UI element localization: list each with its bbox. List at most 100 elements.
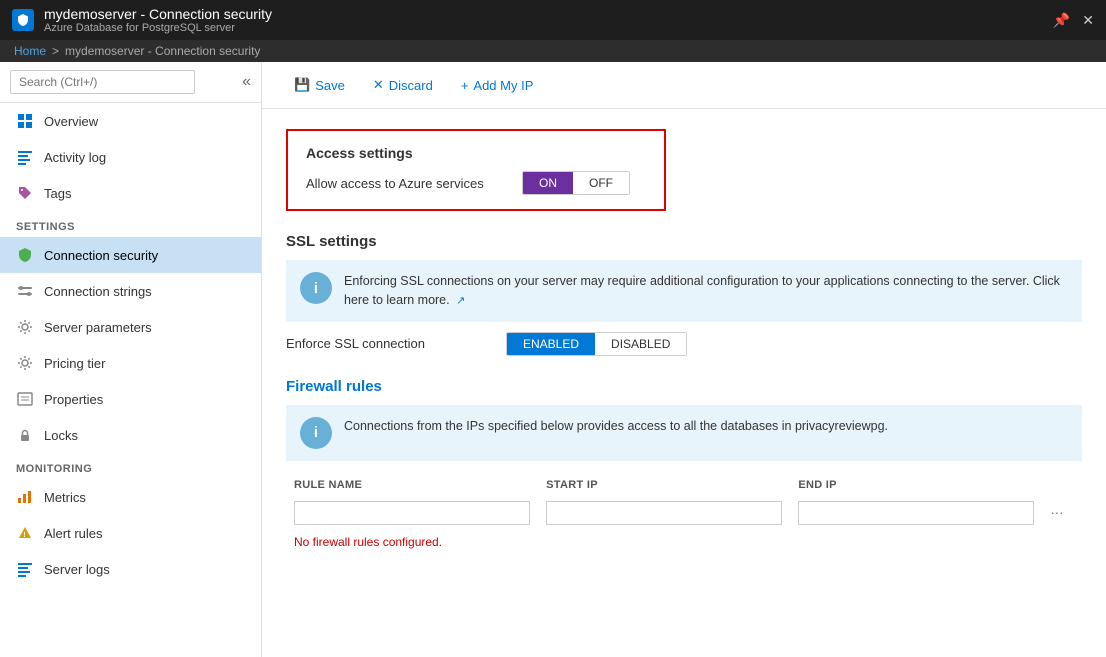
title-bar: mydemoserver - Connection security Azure…	[0, 0, 1106, 40]
no-rules-message: No firewall rules configured.	[286, 529, 1082, 555]
sidebar-item-server-parameters[interactable]: Server parameters	[0, 309, 261, 345]
connection-strings-icon	[16, 282, 34, 300]
sidebar-item-alert-rules-label: Alert rules	[44, 526, 103, 541]
ssl-enforce-row: Enforce SSL connection ENABLED DISABLED	[286, 332, 1082, 356]
save-icon: 💾	[294, 77, 310, 93]
monitoring-section-label: MONITORING	[0, 453, 261, 479]
save-label: Save	[315, 78, 345, 93]
ssl-toggle-switch[interactable]: ENABLED DISABLED	[506, 332, 687, 356]
sidebar-item-locks-label: Locks	[44, 428, 78, 443]
firewall-rules-title: Firewall rules	[286, 378, 1082, 395]
firewall-info-icon: i	[300, 417, 332, 449]
col-actions	[1042, 475, 1082, 497]
access-toggle-switch[interactable]: ON OFF	[522, 171, 630, 195]
toggle-on-option[interactable]: ON	[523, 172, 573, 194]
start-ip-input[interactable]	[546, 501, 782, 525]
sidebar-item-activity-log-label: Activity log	[44, 150, 106, 165]
ssl-settings-title: SSL settings	[286, 233, 1082, 250]
sidebar: « Overview Activity log Tags SETTINGS	[0, 62, 262, 657]
rule-name-cell	[286, 497, 538, 529]
sidebar-item-server-logs[interactable]: Server logs	[0, 551, 261, 587]
properties-icon	[16, 390, 34, 408]
locks-icon	[16, 426, 34, 444]
sidebar-item-metrics-label: Metrics	[44, 490, 86, 505]
toolbar: 💾 Save ✕ Discard + Add My IP	[262, 62, 1106, 109]
connection-security-icon	[16, 246, 34, 264]
ssl-info-icon: i	[300, 272, 332, 304]
sidebar-item-connection-strings[interactable]: Connection strings	[0, 273, 261, 309]
pricing-tier-icon	[16, 354, 34, 372]
sidebar-item-connection-security-label: Connection security	[44, 248, 158, 263]
discard-icon: ✕	[373, 77, 384, 93]
tags-icon	[16, 184, 34, 202]
breadcrumb: Home > mydemoserver - Connection securit…	[0, 40, 1106, 62]
breadcrumb-current: mydemoserver - Connection security	[65, 44, 260, 58]
sidebar-item-activity-log[interactable]: Activity log	[0, 139, 261, 175]
sidebar-item-server-logs-label: Server logs	[44, 562, 110, 577]
start-ip-cell	[538, 497, 790, 529]
collapse-icon[interactable]: «	[242, 73, 251, 91]
row-more-actions[interactable]: ···	[1050, 505, 1063, 520]
title-bar-controls: 📌 ✕	[1053, 12, 1094, 29]
sidebar-item-alert-rules[interactable]: ! Alert rules	[0, 515, 261, 551]
sidebar-item-overview-label: Overview	[44, 114, 98, 129]
toggle-off-option[interactable]: OFF	[573, 172, 629, 194]
allow-azure-label: Allow access to Azure services	[306, 176, 506, 191]
end-ip-cell	[790, 497, 1042, 529]
ssl-info-box: i Enforcing SSL connections on your serv…	[286, 260, 1082, 322]
ssl-info-text: Enforcing SSL connections on your server…	[344, 272, 1068, 310]
end-ip-input[interactable]	[798, 501, 1034, 525]
add-my-ip-label: Add My IP	[473, 78, 533, 93]
sidebar-item-pricing-tier-label: Pricing tier	[44, 356, 105, 371]
search-input[interactable]	[10, 70, 195, 94]
metrics-icon	[16, 488, 34, 506]
breadcrumb-home[interactable]: Home	[14, 44, 46, 58]
main-layout: « Overview Activity log Tags SETTINGS	[0, 62, 1106, 657]
discard-button[interactable]: ✕ Discard	[361, 72, 445, 98]
sidebar-item-overview[interactable]: Overview	[0, 103, 261, 139]
svg-text:!: !	[23, 532, 25, 539]
activity-log-icon	[16, 148, 34, 166]
sidebar-item-connection-strings-label: Connection strings	[44, 284, 152, 299]
col-end-ip: END IP	[790, 475, 1042, 497]
firewall-info-text: Connections from the IPs specified below…	[344, 417, 1068, 436]
settings-section-label: SETTINGS	[0, 211, 261, 237]
search-bar: «	[0, 62, 261, 103]
access-toggle-row: Allow access to Azure services ON OFF	[306, 171, 646, 195]
pin-icon[interactable]: 📌	[1053, 12, 1070, 29]
add-my-ip-button[interactable]: + Add My IP	[449, 73, 546, 98]
ssl-disabled-option[interactable]: DISABLED	[595, 333, 686, 355]
col-rule-name: RULE NAME	[286, 475, 538, 497]
sidebar-item-tags[interactable]: Tags	[0, 175, 261, 211]
page-subtitle: Azure Database for PostgreSQL server	[44, 22, 1053, 34]
firewall-rules-table: RULE NAME START IP END IP ···	[286, 475, 1082, 529]
save-button[interactable]: 💾 Save	[282, 72, 357, 98]
content-area: 💾 Save ✕ Discard + Add My IP Access sett…	[262, 62, 1106, 657]
sidebar-item-tags-label: Tags	[44, 186, 71, 201]
sidebar-item-metrics[interactable]: Metrics	[0, 479, 261, 515]
close-icon[interactable]: ✕	[1082, 12, 1094, 29]
access-settings-title: Access settings	[306, 145, 646, 161]
sidebar-item-properties[interactable]: Properties	[0, 381, 261, 417]
server-logs-icon	[16, 560, 34, 578]
title-bar-text: mydemoserver - Connection security Azure…	[44, 6, 1053, 34]
sidebar-item-pricing-tier[interactable]: Pricing tier	[0, 345, 261, 381]
sidebar-item-properties-label: Properties	[44, 392, 103, 407]
external-link-icon: ↗	[456, 295, 465, 307]
row-actions-cell: ···	[1042, 497, 1082, 529]
rule-name-input[interactable]	[294, 501, 530, 525]
sidebar-item-locks[interactable]: Locks	[0, 417, 261, 453]
sidebar-item-connection-security[interactable]: Connection security	[0, 237, 261, 273]
firewall-info-box: i Connections from the IPs specified bel…	[286, 405, 1082, 461]
ssl-settings-section: SSL settings i Enforcing SSL connections…	[286, 233, 1082, 356]
app-icon	[12, 9, 34, 31]
discard-label: Discard	[389, 78, 433, 93]
ssl-enabled-option[interactable]: ENABLED	[507, 333, 595, 355]
breadcrumb-separator: >	[52, 44, 59, 58]
overview-icon	[16, 112, 34, 130]
firewall-rules-section: Firewall rules i Connections from the IP…	[286, 378, 1082, 555]
access-settings-box: Access settings Allow access to Azure se…	[286, 129, 666, 211]
ssl-enforce-label: Enforce SSL connection	[286, 336, 486, 351]
col-start-ip: START IP	[538, 475, 790, 497]
sidebar-item-server-parameters-label: Server parameters	[44, 320, 152, 335]
